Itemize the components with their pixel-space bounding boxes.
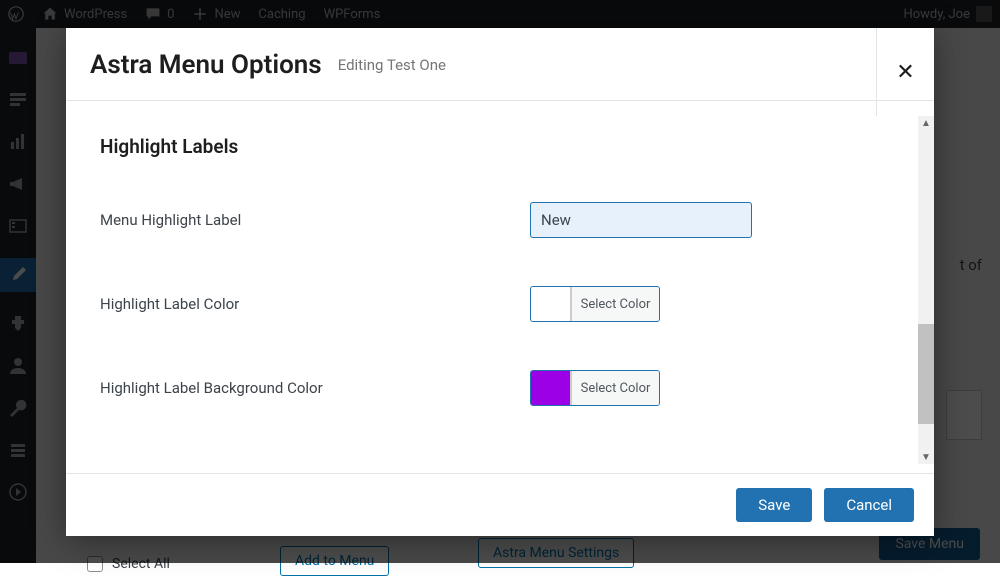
modal-body: Highlight Labels Menu Highlight Label Hi…	[66, 101, 934, 473]
label-bg-color-swatch	[531, 371, 571, 405]
field-highlight-label: Menu Highlight Label	[100, 202, 900, 238]
label-color-label: Highlight Label Color	[100, 295, 530, 313]
label-color-swatch	[531, 287, 571, 321]
cancel-button[interactable]: Cancel	[824, 488, 914, 522]
highlight-label-label: Menu Highlight Label	[100, 211, 530, 229]
label-bg-color-button[interactable]: Select Color	[571, 371, 659, 405]
scroll-up-arrow[interactable]: ▲	[921, 118, 931, 128]
astra-menu-options-modal: Astra Menu Options Editing Test One ✕ Hi…	[66, 28, 934, 536]
section-title: Highlight Labels	[100, 135, 900, 158]
label-color-picker[interactable]: Select Color	[530, 286, 660, 322]
modal-title: Astra Menu Options	[90, 50, 322, 80]
close-icon: ✕	[896, 60, 914, 85]
label-bg-color-label: Highlight Label Background Color	[100, 379, 530, 397]
label-color-button[interactable]: Select Color	[571, 287, 659, 321]
scrollbar-thumb[interactable]	[918, 324, 934, 424]
modal-scrollbar[interactable]: ▲ ▼	[918, 116, 934, 464]
field-label-color: Highlight Label Color Select Color	[100, 286, 900, 322]
modal-header: Astra Menu Options Editing Test One ✕	[66, 28, 934, 101]
field-label-bg-color: Highlight Label Background Color Select …	[100, 370, 900, 406]
save-button[interactable]: Save	[736, 488, 812, 522]
highlight-label-input[interactable]	[530, 202, 752, 238]
modal-subtitle: Editing Test One	[338, 56, 446, 74]
modal-footer: Save Cancel	[66, 473, 934, 536]
scroll-down-arrow[interactable]: ▼	[921, 452, 931, 462]
label-bg-color-picker[interactable]: Select Color	[530, 370, 660, 406]
